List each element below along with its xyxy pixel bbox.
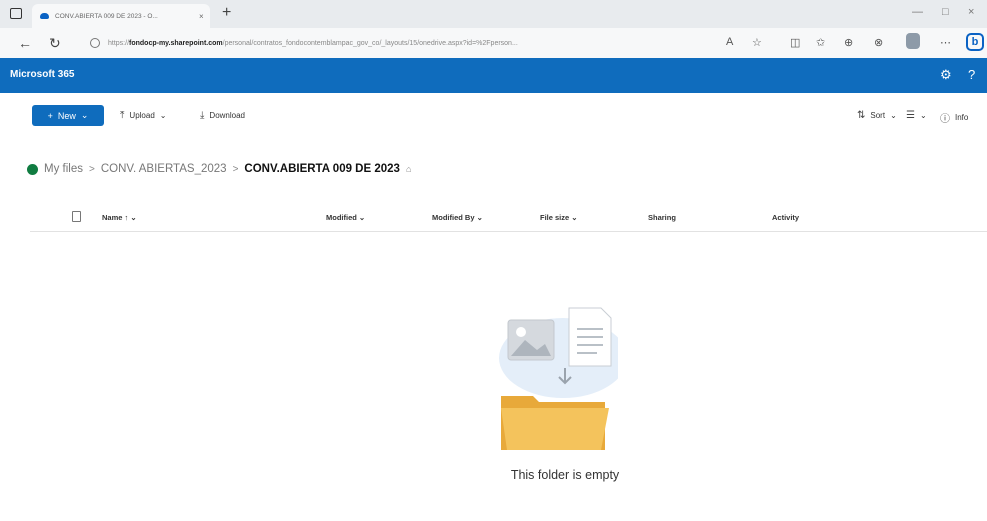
- profile-avatar[interactable]: [906, 33, 920, 49]
- app-brand[interactable]: Microsoft 365: [10, 69, 74, 80]
- breadcrumb-item-conv-abiertas[interactable]: CONV. ABIERTAS_2023: [101, 163, 227, 175]
- more-options-icon[interactable]: ⋯: [940, 36, 951, 49]
- maximize-button[interactable]: □: [942, 6, 949, 18]
- breadcrumb-separator: >: [88, 163, 95, 175]
- site-info-icon[interactable]: [90, 38, 100, 48]
- column-name-label: Name: [102, 213, 123, 222]
- file-type-icon[interactable]: [72, 211, 81, 222]
- help-icon[interactable]: ?: [968, 67, 975, 82]
- url-path: /personal/contratos_fondocontemblampac_g…: [222, 39, 518, 47]
- view-options-button[interactable]: ☰ ⌄: [906, 110, 927, 121]
- upload-button[interactable]: ⤒ Upload ⌄: [120, 110, 166, 121]
- download-label: Download: [209, 111, 245, 120]
- command-bar: + New ⌄ ⤒ Upload ⌄ ⤓ Download ⇅ Sort ⌄ ☰…: [0, 93, 987, 139]
- shared-folder-icon: ⌂: [405, 164, 412, 174]
- my-files-icon: [27, 163, 38, 175]
- read-aloud-icon[interactable]: A: [726, 36, 733, 48]
- sort-ascending-icon: ↑ ⌄: [124, 213, 137, 222]
- url-field[interactable]: https:// fondocp-my.sharepoint.com /pers…: [90, 33, 750, 53]
- empty-folder-illustration: [499, 307, 618, 450]
- new-button[interactable]: + New ⌄: [32, 105, 104, 126]
- settings-icon[interactable]: ⚙: [940, 67, 952, 83]
- chevron-down-icon: ⌄: [159, 111, 167, 120]
- url-domain: fondocp-my.sharepoint.com: [129, 39, 223, 47]
- breadcrumb-item-my-files[interactable]: My files: [44, 163, 83, 175]
- upload-icon: ⤒: [120, 110, 125, 121]
- back-icon[interactable]: ←: [18, 34, 32, 52]
- info-button[interactable]: ⓘ Info: [940, 110, 968, 125]
- info-icon: ⓘ: [940, 114, 950, 125]
- browser-tab[interactable]: CONV.ABIERTA 009 DE 2023 - O... ×: [32, 4, 210, 28]
- new-tab-button[interactable]: +: [222, 5, 231, 21]
- column-modified-label: Modified: [326, 213, 357, 222]
- reload-icon[interactable]: ↻: [49, 34, 61, 52]
- sort-button[interactable]: ⇅ Sort ⌄: [857, 110, 897, 121]
- chevron-down-icon: ⌄: [476, 213, 483, 222]
- plus-icon: +: [47, 110, 53, 121]
- download-button[interactable]: ⤓ Download: [200, 110, 245, 121]
- new-button-label: New: [57, 110, 76, 121]
- column-name[interactable]: Name ↑ ⌄: [102, 213, 137, 222]
- extensions-icon[interactable]: ⊗: [874, 36, 883, 49]
- chevron-down-icon: ⌄: [358, 213, 366, 222]
- chevron-down-icon: ⌄: [80, 110, 89, 120]
- column-file-size[interactable]: File size ⌄: [540, 213, 578, 222]
- favorites-icon[interactable]: ✩: [816, 36, 825, 49]
- sort-label: Sort: [870, 111, 886, 120]
- url-prefix: https://: [108, 39, 130, 47]
- onedrive-cloud-icon: [40, 13, 49, 19]
- empty-state-message: This folder is empty: [510, 468, 620, 482]
- file-list-header: Name ↑ ⌄ Modified ⌄ Modified By ⌄ File s…: [30, 204, 987, 232]
- favorite-icon[interactable]: ☆: [752, 36, 762, 49]
- collections-icon[interactable]: ⊕: [844, 36, 853, 49]
- chevron-down-icon: ⌄: [919, 111, 927, 120]
- column-file-size-label: File size: [540, 213, 570, 222]
- column-activity[interactable]: Activity: [772, 213, 799, 222]
- suite-header: Microsoft 365 ⚙ ?: [0, 58, 987, 93]
- minimize-button[interactable]: —: [912, 6, 923, 18]
- info-label: Info: [955, 113, 969, 122]
- breadcrumb-current-folder: CONV.ABIERTA 009 DE 2023: [244, 163, 400, 175]
- download-icon: ⤓: [200, 110, 205, 121]
- sort-icon: ⇅: [857, 110, 866, 121]
- column-sharing[interactable]: Sharing: [648, 213, 676, 222]
- browser-tab-bar: CONV.ABIERTA 009 DE 2023 - O... × + — □ …: [0, 0, 987, 28]
- tab-title: CONV.ABIERTA 009 DE 2023 - O...: [55, 12, 158, 20]
- breadcrumb-separator: >: [232, 163, 239, 175]
- upload-label: Upload: [129, 111, 155, 120]
- breadcrumb: My files > CONV. ABIERTAS_2023 > CONV.AB…: [27, 163, 411, 175]
- chevron-down-icon: ⌄: [890, 111, 897, 120]
- column-modified[interactable]: Modified ⌄: [326, 213, 365, 222]
- list-view-icon: ☰: [906, 110, 915, 121]
- tab-close-button[interactable]: ×: [199, 12, 204, 21]
- window-menu-icon[interactable]: [10, 8, 22, 19]
- bing-copilot-button[interactable]: b: [966, 33, 984, 51]
- chevron-down-icon: ⌄: [571, 213, 578, 222]
- column-modified-by[interactable]: Modified By ⌄: [432, 213, 483, 222]
- close-window-button[interactable]: ×: [968, 6, 974, 18]
- split-screen-icon[interactable]: ◫: [790, 36, 800, 49]
- column-modified-by-label: Modified By: [432, 213, 475, 222]
